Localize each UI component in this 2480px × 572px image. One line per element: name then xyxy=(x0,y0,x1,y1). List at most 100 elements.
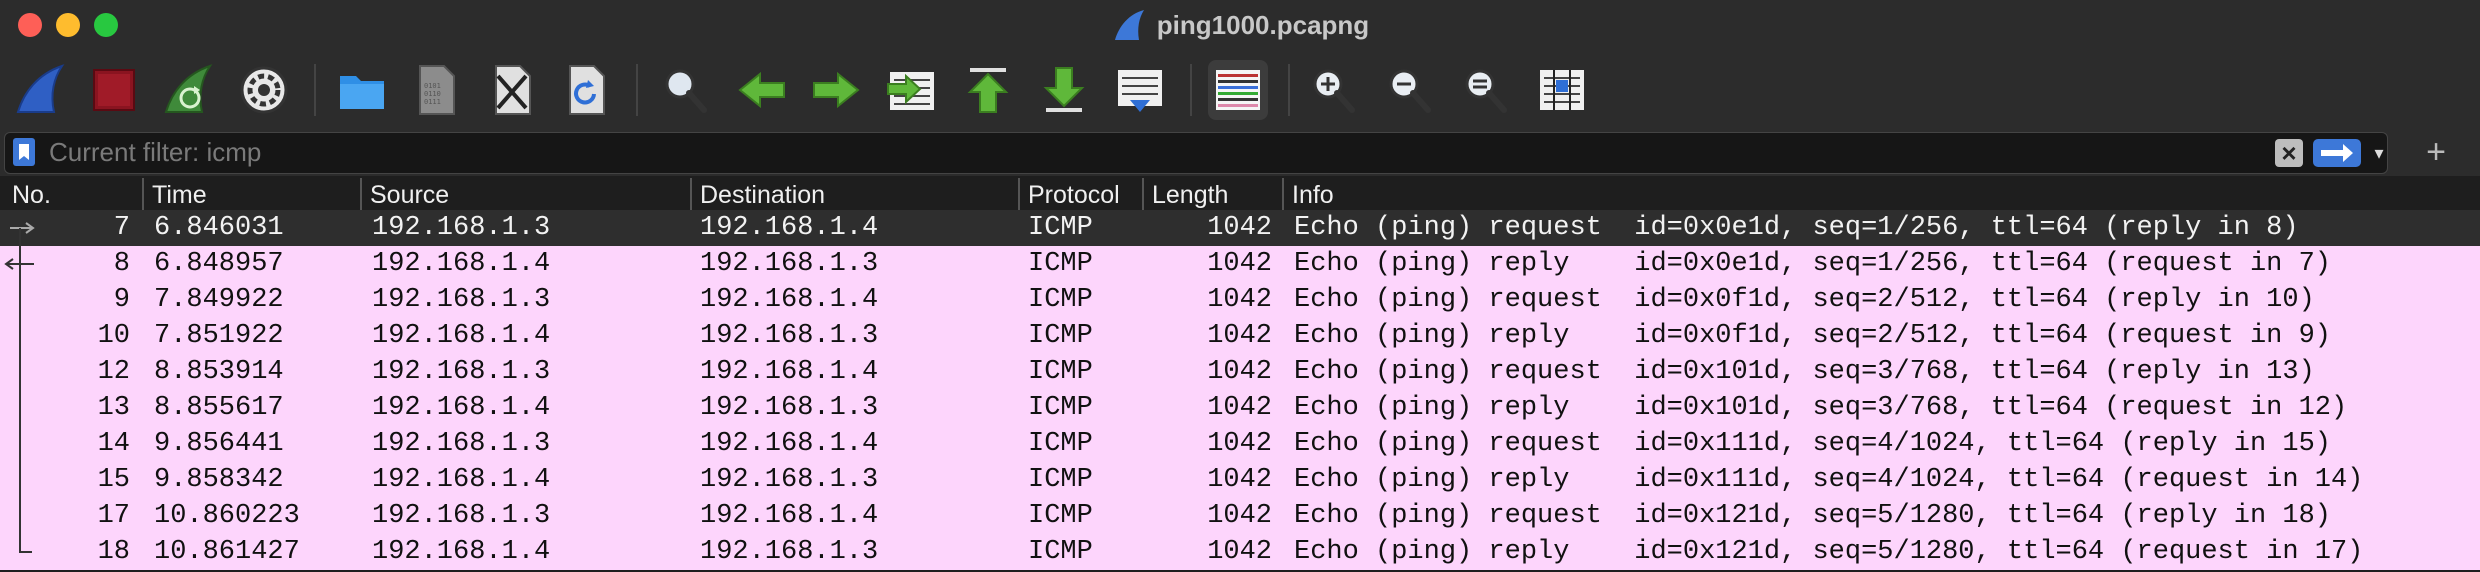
packet-destination: 192.168.1.4 xyxy=(700,501,879,531)
packet-info: Echo (ping) reply id=0x0f1d, seq=2/512, … xyxy=(1294,321,2331,351)
packet-source: 192.168.1.3 xyxy=(372,429,551,459)
filter-bookmark-icon[interactable] xyxy=(13,138,35,166)
find-packet-button[interactable] xyxy=(656,60,716,120)
packet-number: 15 xyxy=(97,465,130,495)
column-header-length[interactable]: Length xyxy=(1142,178,1282,212)
packet-row[interactable]: 17 10.860223 192.168.1.3 192.168.1.4 ICM… xyxy=(0,498,2480,534)
svg-text:0101: 0101 xyxy=(424,82,441,90)
packet-time: 9.858342 xyxy=(154,465,284,495)
first-packet-button[interactable] xyxy=(958,60,1018,120)
packet-number: 17 xyxy=(97,501,130,531)
resize-columns-icon xyxy=(1540,70,1584,110)
packet-number: 18 xyxy=(97,537,130,567)
filter-history-dropdown[interactable]: ▾ xyxy=(2369,139,2389,167)
reload-file-icon xyxy=(569,65,605,115)
window-title: ping1000.pcapng xyxy=(1156,9,1370,40)
zoom-out-icon xyxy=(1389,69,1431,113)
column-header-protocol[interactable]: Protocol xyxy=(1018,178,1142,212)
packet-row[interactable]: 15 9.858342 192.168.1.4 192.168.1.3 ICMP… xyxy=(0,462,2480,498)
zoom-in-button[interactable] xyxy=(1304,60,1364,120)
toolbar-separator xyxy=(1288,64,1290,116)
clear-filter-button[interactable]: × xyxy=(2275,139,2303,167)
find-packet-icon xyxy=(665,69,707,113)
packet-row[interactable]: 14 9.856441 192.168.1.3 192.168.1.4 ICMP… xyxy=(0,426,2480,462)
chevron-down-icon: ▾ xyxy=(2374,143,2384,163)
apply-filter-button[interactable] xyxy=(2313,139,2361,167)
packet-destination: 192.168.1.3 xyxy=(700,321,879,351)
packet-protocol: ICMP xyxy=(1028,501,1093,531)
go-back-button[interactable] xyxy=(732,60,792,120)
save-file-button[interactable]: 0101 0110 0111 xyxy=(406,60,466,120)
add-filter-button[interactable]: + xyxy=(2416,130,2456,174)
packet-time: 8.855617 xyxy=(154,393,284,423)
packet-row[interactable]: 13 8.855617 192.168.1.4 192.168.1.3 ICMP… xyxy=(0,390,2480,426)
packet-info: Echo (ping) reply id=0x111d, seq=4/1024,… xyxy=(1294,465,2364,495)
go-to-packet-button[interactable] xyxy=(882,60,942,120)
open-file-button[interactable] xyxy=(332,60,392,120)
go-forward-button[interactable] xyxy=(806,60,866,120)
packet-source: 192.168.1.4 xyxy=(372,321,551,351)
zoom-out-button[interactable] xyxy=(1380,60,1440,120)
start-capture-button[interactable] xyxy=(10,60,70,120)
zoom-in-icon xyxy=(1313,69,1355,113)
packet-destination: 192.168.1.3 xyxy=(700,393,879,423)
restart-capture-button[interactable] xyxy=(158,60,218,120)
packet-source: 192.168.1.4 xyxy=(372,249,551,279)
display-filter-input[interactable] xyxy=(49,135,2249,169)
capture-options-icon xyxy=(240,66,288,114)
shark-fin-start-icon xyxy=(16,64,65,113)
packet-row[interactable]: 8 6.848957 192.168.1.4 192.168.1.3 ICMP … xyxy=(0,246,2480,282)
resize-columns-button[interactable] xyxy=(1532,60,1592,120)
packet-row[interactable]: 9 7.849922 192.168.1.3 192.168.1.4 ICMP … xyxy=(0,282,2480,318)
main-toolbar: 0101 0110 0111 xyxy=(0,50,2480,130)
last-packet-button[interactable] xyxy=(1034,60,1094,120)
column-header-time[interactable]: Time xyxy=(142,178,360,212)
packet-info: Echo (ping) request id=0x0f1d, seq=2/512… xyxy=(1294,285,2315,315)
title-bar: ping1000.pcapng xyxy=(0,0,2480,50)
packet-info: Echo (ping) request id=0x0e1d, seq=1/256… xyxy=(1294,213,2299,243)
colorize-button[interactable] xyxy=(1208,60,1268,120)
colorize-icon xyxy=(1216,70,1260,110)
packet-time: 6.848957 xyxy=(154,249,284,279)
column-header-source[interactable]: Source xyxy=(360,178,690,212)
packet-number: 13 xyxy=(97,393,130,423)
toolbar-separator xyxy=(1190,64,1192,116)
wireshark-document-icon xyxy=(1114,10,1144,40)
packet-length: 1042 xyxy=(1207,321,1272,351)
capture-options-button[interactable] xyxy=(234,60,294,120)
packet-length: 1042 xyxy=(1207,429,1272,459)
auto-scroll-button[interactable] xyxy=(1110,60,1170,120)
close-file-button[interactable] xyxy=(482,60,542,120)
packet-row[interactable]: 18 10.861427 192.168.1.4 192.168.1.3 ICM… xyxy=(0,534,2480,570)
column-header-destination[interactable]: Destination xyxy=(690,178,1018,212)
stop-capture-icon xyxy=(93,69,135,111)
packet-row[interactable]: 12 8.853914 192.168.1.3 192.168.1.4 ICMP… xyxy=(0,354,2480,390)
svg-text:0111: 0111 xyxy=(424,98,441,106)
toolbar-separator xyxy=(314,64,316,116)
packet-destination: 192.168.1.4 xyxy=(700,285,879,315)
packet-source: 192.168.1.4 xyxy=(372,393,551,423)
packet-number: 9 xyxy=(113,285,130,315)
packet-protocol: ICMP xyxy=(1028,357,1093,387)
packet-list: 7 6.846031 192.168.1.3 192.168.1.4 ICMP … xyxy=(0,210,2480,572)
toolbar-separator xyxy=(636,64,638,116)
normal-size-button[interactable] xyxy=(1456,60,1516,120)
column-header-no[interactable]: No. xyxy=(4,178,142,212)
open-folder-icon xyxy=(340,76,384,109)
display-filter-bar: × ▾ + xyxy=(0,130,2480,176)
packet-protocol: ICMP xyxy=(1028,429,1093,459)
packet-row[interactable]: 7 6.846031 192.168.1.3 192.168.1.4 ICMP … xyxy=(0,210,2480,246)
stop-capture-button[interactable] xyxy=(84,60,144,120)
packet-time: 10.860223 xyxy=(154,501,300,531)
packet-protocol: ICMP xyxy=(1028,213,1093,243)
packet-destination: 192.168.1.4 xyxy=(700,429,879,459)
packet-length: 1042 xyxy=(1207,465,1272,495)
packet-length: 1042 xyxy=(1207,285,1272,315)
first-packet-icon xyxy=(967,68,1009,113)
column-header-info[interactable]: Info xyxy=(1282,178,2480,212)
packet-row[interactable]: 10 7.851922 192.168.1.4 192.168.1.3 ICMP… xyxy=(0,318,2480,354)
packet-destination: 192.168.1.3 xyxy=(700,249,879,279)
packet-number: 8 xyxy=(113,249,130,279)
reload-file-button[interactable] xyxy=(556,60,616,120)
packet-number: 14 xyxy=(97,429,130,459)
